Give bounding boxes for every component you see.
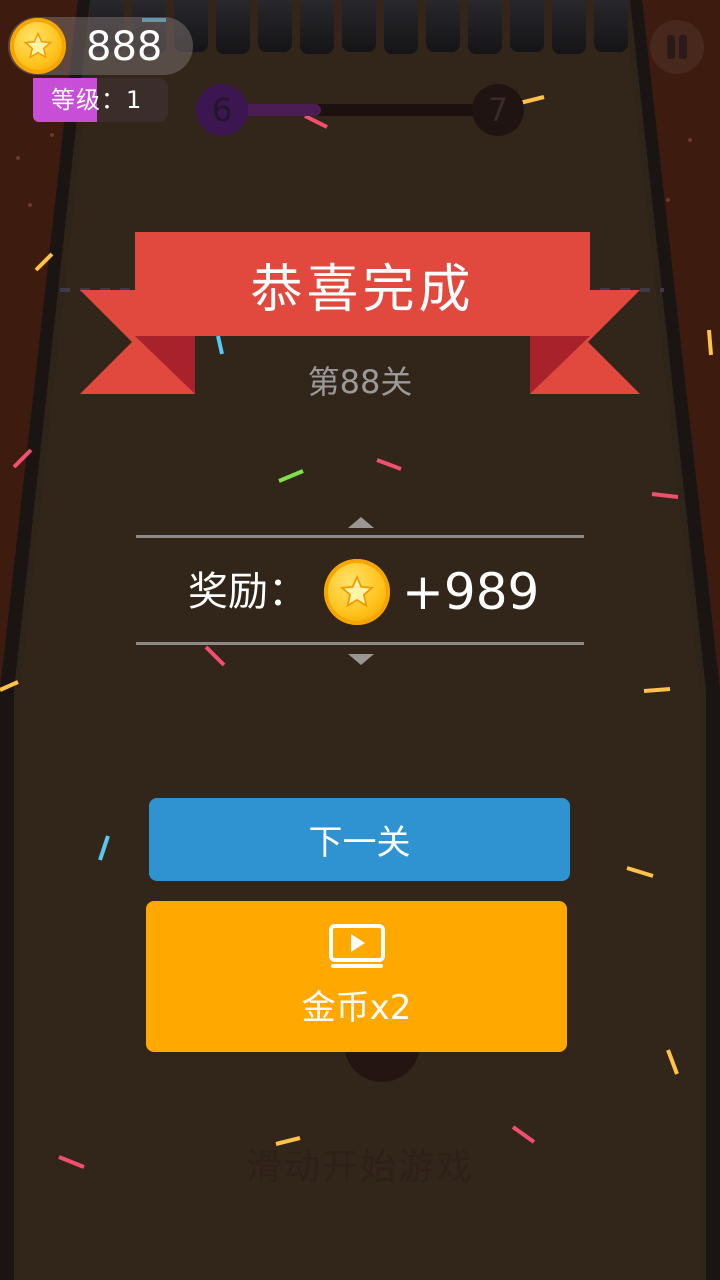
game-screen: 888 等级：1 6 7 恭喜完成 第88关 奖励： +989 下一关 金币x2… bbox=[0, 0, 720, 1280]
star-coin-icon bbox=[324, 559, 390, 625]
swipe-hint: 滑动开始游戏 bbox=[245, 1147, 474, 1188]
double-coins-button[interactable]: 金币x2 bbox=[146, 901, 567, 1052]
coin-count: 888 bbox=[86, 24, 163, 70]
reward-divider-bottom bbox=[136, 642, 584, 645]
stage-label: 第88关 bbox=[307, 363, 413, 401]
level-label: 等级：1 bbox=[51, 86, 143, 114]
current-stage-badge: 6 bbox=[196, 84, 248, 136]
next-level-button[interactable]: 下一关 bbox=[149, 798, 570, 881]
double-coins-label: 金币x2 bbox=[301, 988, 412, 1028]
level-badge: 等级：1 bbox=[33, 78, 168, 122]
arrow-up-icon bbox=[348, 517, 374, 528]
pause-icon[interactable] bbox=[650, 20, 704, 74]
arrow-down-icon bbox=[348, 654, 374, 665]
next-stage-badge: 7 bbox=[472, 84, 524, 136]
star-coin-icon bbox=[10, 18, 66, 74]
success-title: 恭喜完成 bbox=[135, 232, 590, 336]
confetti bbox=[0, 18, 713, 1169]
reward-divider-top bbox=[136, 535, 584, 538]
reward-label: 奖励： bbox=[188, 569, 308, 615]
stage-progress: 6 7 bbox=[196, 84, 524, 136]
video-play-icon bbox=[328, 924, 385, 968]
reward-amount: +989 bbox=[402, 563, 540, 621]
next-level-label: 下一关 bbox=[308, 823, 411, 863]
